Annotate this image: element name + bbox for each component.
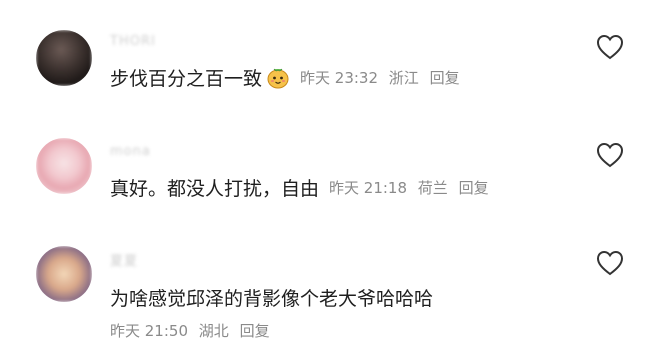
comment-text-row: 为啥感觉邱泽的背影像个老大爷哈哈哈 bbox=[110, 284, 433, 311]
heart-outline-icon[interactable] bbox=[596, 142, 624, 168]
comment-location: 湖北 bbox=[198, 322, 229, 340]
reply-button[interactable]: 回复 bbox=[430, 69, 460, 87]
comment-time: 昨天 21:50 bbox=[110, 322, 188, 340]
comment-location: 浙江 bbox=[388, 69, 419, 87]
comment-text-row: 步伐百分之百一致 昨天 23:32 浙江 回复 bbox=[110, 64, 466, 91]
username[interactable]: THORI bbox=[110, 34, 156, 49]
heart-outline-icon[interactable] bbox=[596, 34, 624, 60]
avatar[interactable] bbox=[36, 246, 92, 302]
comment-text: 步伐百分之百一致 bbox=[110, 68, 263, 90]
comment-time: 昨天 23:32 bbox=[300, 69, 379, 87]
avatar[interactable] bbox=[36, 30, 92, 86]
comment-text: 真好。都没人打扰，自由 bbox=[110, 178, 320, 200]
avatar[interactable] bbox=[36, 138, 92, 194]
comment-meta: 昨天 23:32 浙江 回复 bbox=[300, 67, 466, 88]
heart-outline-icon[interactable] bbox=[596, 250, 624, 276]
comment-meta: 昨天 21:18 荷兰 回复 bbox=[329, 177, 495, 198]
comment-meta: 昨天 21:50 湖北 回复 bbox=[110, 320, 276, 341]
reply-button[interactable]: 回复 bbox=[240, 322, 270, 340]
reply-button[interactable]: 回复 bbox=[459, 179, 489, 197]
comment-text-row: 真好。都没人打扰，自由 昨天 21:18 荷兰 回复 bbox=[110, 174, 495, 201]
comment-text: 为啥感觉邱泽的背影像个老大爷哈哈哈 bbox=[110, 288, 434, 310]
comment-time: 昨天 21:18 bbox=[329, 179, 408, 197]
username[interactable]: mona bbox=[110, 144, 151, 159]
username[interactable]: 夏夏 bbox=[110, 250, 138, 269]
comment-location: 荷兰 bbox=[417, 179, 448, 197]
smiling-face-emoji-icon bbox=[267, 68, 289, 88]
